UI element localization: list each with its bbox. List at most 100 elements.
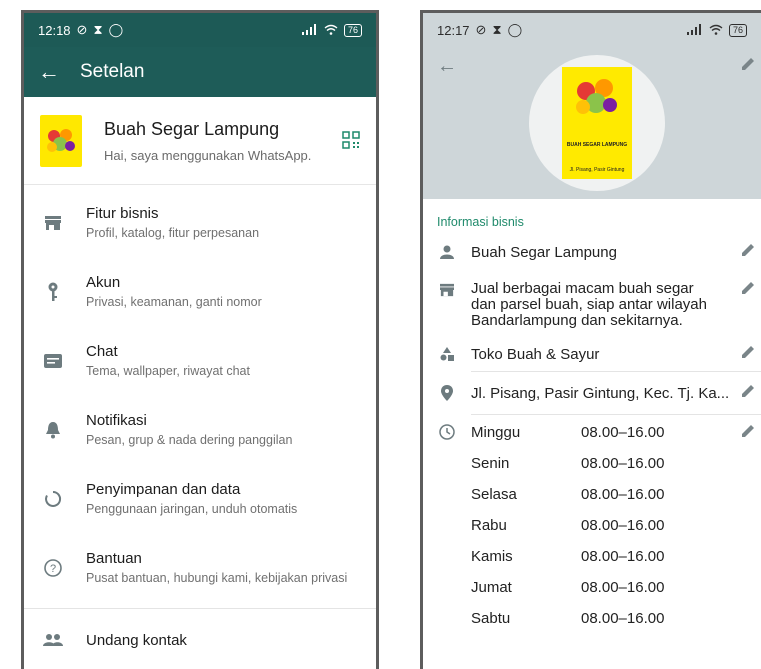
fruit-basket-icon <box>47 128 75 152</box>
menu-item-bantuan[interactable]: ? Bantuan Pusat bantuan, hubungi kami, k… <box>24 533 376 602</box>
page-title: Setelan <box>80 61 145 82</box>
hours-item: Jumat 08.00–16.00 <box>471 572 664 603</box>
edit-pencil-icon[interactable] <box>741 281 755 300</box>
back-arrow-icon[interactable]: ← <box>437 55 457 78</box>
hours-item: Minggu 08.00–16.00 <box>471 417 664 448</box>
menu-item-subtitle: Pesan, grup & nada dering panggilan <box>86 433 293 447</box>
status-time: 12:18 <box>38 22 71 38</box>
sync-off-icon: ⊘ <box>76 22 88 37</box>
menu-item-title: Bantuan <box>86 550 142 567</box>
edit-pencil-icon[interactable] <box>741 345 755 364</box>
hours-list: Minggu 08.00–16.00 Senin 08.00–16.00 Selas… <box>471 417 664 634</box>
battery-icon: 76 <box>728 23 747 37</box>
menu-item-penyimpanan[interactable]: Penyimpanan dan data Penggunaan jaringan… <box>24 464 376 533</box>
menu-item-subtitle: Pusat bantuan, hubungi kami, kebijakan p… <box>86 571 348 585</box>
hours-time: 08.00–16.00 <box>581 424 665 441</box>
menu-item-title: Fitur bisnis <box>86 205 159 222</box>
hours-item: Rabu 08.00–16.00 <box>471 510 664 541</box>
logo-title: BUAH SEGAR LAMPUNG <box>566 142 628 148</box>
chat-icon <box>40 348 66 374</box>
hours-time: 08.00–16.00 <box>581 610 665 627</box>
profile-row[interactable]: Buah Segar Lampung Hai, saya menggunakan… <box>24 97 376 185</box>
menu-item-title: Akun <box>86 274 121 291</box>
wifi-icon <box>324 23 338 38</box>
profile-status: Hai, saya menggunakan WhatsApp. <box>104 147 312 163</box>
avatar <box>40 114 82 167</box>
business-category: Toko Buah & Sayur <box>471 345 600 363</box>
whatsapp-icon: ◯ <box>507 22 523 37</box>
business-profile-screen: 12:17 ⊘ ⧗ ◯ 76 ← BUAH SEGAR LAMPUNG Jl. … <box>420 10 761 669</box>
hours-day: Rabu <box>471 517 507 534</box>
hours-time: 08.00–16.00 <box>581 455 665 472</box>
section-label: Informasi bisnis <box>437 215 524 229</box>
hourglass-icon: ⧗ <box>492 22 502 37</box>
hours-day: Minggu <box>471 424 521 441</box>
description-row[interactable]: Jual berbagai macam buah segar dan parse… <box>423 271 761 337</box>
storage-icon <box>40 486 66 512</box>
key-icon <box>40 279 66 305</box>
hours-item: Senin 08.00–16.00 <box>471 448 664 479</box>
hours-day: Jumat <box>471 579 512 596</box>
hourglass-icon: ⧗ <box>93 22 103 37</box>
menu-item-akun[interactable]: Akun Privasi, keamanan, ganti nomor <box>24 257 376 326</box>
settings-screen: 12:18 ⊘ ⧗ ◯ 76 ← Setelan Buah Segar Lamp… <box>21 10 379 669</box>
hours-item: Sabtu 08.00–16.00 <box>471 603 664 634</box>
menu-item-notifikasi[interactable]: Notifikasi Pesan, grup & nada dering pan… <box>24 395 376 464</box>
status-time: 12:17 <box>437 22 470 38</box>
menu-item-title: Penyimpanan dan data <box>86 481 241 498</box>
svg-text:?: ? <box>50 563 56 575</box>
hours-day: Senin <box>471 455 510 472</box>
category-row[interactable]: Toko Buah & Sayur <box>423 337 761 371</box>
business-description: Jual berbagai macam buah segar dan parse… <box>471 280 707 329</box>
status-bar: 12:18 ⊘ ⧗ ◯ 76 <box>24 13 376 47</box>
profile-photo[interactable]: BUAH SEGAR LAMPUNG Jl. Pisang, Pasir Gin… <box>529 55 665 191</box>
help-icon: ? <box>40 555 66 581</box>
menu-item-title: Undang kontak <box>86 631 187 649</box>
business-logo: BUAH SEGAR LAMPUNG Jl. Pisang, Pasir Gin… <box>562 67 632 179</box>
wifi-icon <box>709 23 723 38</box>
edit-pencil-icon[interactable] <box>741 243 755 262</box>
hours-time: 08.00–16.00 <box>581 517 665 534</box>
edit-pencil-icon[interactable] <box>741 57 755 76</box>
status-bar: 12:17 ⊘ ⧗ ◯ 76 <box>423 13 761 47</box>
back-arrow-icon[interactable]: ← <box>24 59 74 85</box>
sync-off-icon: ⊘ <box>475 22 487 37</box>
menu-item-title: Notifikasi <box>86 412 147 429</box>
edit-pencil-icon[interactable] <box>741 384 755 403</box>
menu-item-subtitle: Profil, katalog, fitur perpesanan <box>86 226 260 240</box>
hours-day: Kamis <box>471 548 513 565</box>
hours-day: Selasa <box>471 486 517 503</box>
hours-row[interactable]: Minggu 08.00–16.00 Senin 08.00–16.00 Selas… <box>423 415 761 634</box>
hours-day: Sabtu <box>471 610 511 627</box>
clock-icon <box>437 424 457 440</box>
people-icon <box>40 627 66 653</box>
menu-item-chat[interactable]: Chat Tema, wallpaper, riwayat chat <box>24 326 376 395</box>
menu-item-undang-kontak[interactable]: Undang kontak <box>24 609 376 669</box>
menu-item-title: Chat <box>86 343 118 360</box>
business-name: Buah Segar Lampung <box>471 243 617 261</box>
battery-icon: 76 <box>343 23 362 37</box>
whatsapp-icon: ◯ <box>108 22 124 37</box>
person-icon <box>437 245 457 259</box>
signal-icon <box>686 23 703 38</box>
address-row[interactable]: Jl. Pisang, Pasir Gintung, Kec. Tj. Ka..… <box>423 372 761 414</box>
edit-pencil-icon[interactable] <box>741 424 755 443</box>
hours-item: Selasa 08.00–16.00 <box>471 479 664 510</box>
hours-item: Kamis 08.00–16.00 <box>471 541 664 572</box>
category-icon <box>437 347 457 361</box>
store-icon <box>437 283 457 297</box>
business-name-row[interactable]: Buah Segar Lampung <box>423 233 761 271</box>
logo-subtitle: Jl. Pisang, Pasir Gintung <box>569 167 625 173</box>
profile-header: ← BUAH SEGAR LAMPUNG Jl. Pisang, Pasir G… <box>423 47 761 199</box>
profile-name: Buah Segar Lampung <box>104 118 280 139</box>
toolbar: ← Setelan <box>24 47 376 97</box>
menu-item-subtitle: Privasi, keamanan, ganti nomor <box>86 295 262 309</box>
menu-item-fitur-bisnis[interactable]: Fitur bisnis Profil, katalog, fitur perp… <box>24 188 376 257</box>
bell-icon <box>40 417 66 443</box>
menu-item-subtitle: Tema, wallpaper, riwayat chat <box>86 364 250 378</box>
qr-code-icon[interactable] <box>342 131 360 149</box>
business-address: Jl. Pisang, Pasir Gintung, Kec. Tj. Ka..… <box>471 384 730 402</box>
hours-time: 08.00–16.00 <box>581 579 665 596</box>
menu-item-subtitle: Penggunaan jaringan, unduh otomatis <box>86 502 298 516</box>
hours-time: 08.00–16.00 <box>581 486 665 503</box>
